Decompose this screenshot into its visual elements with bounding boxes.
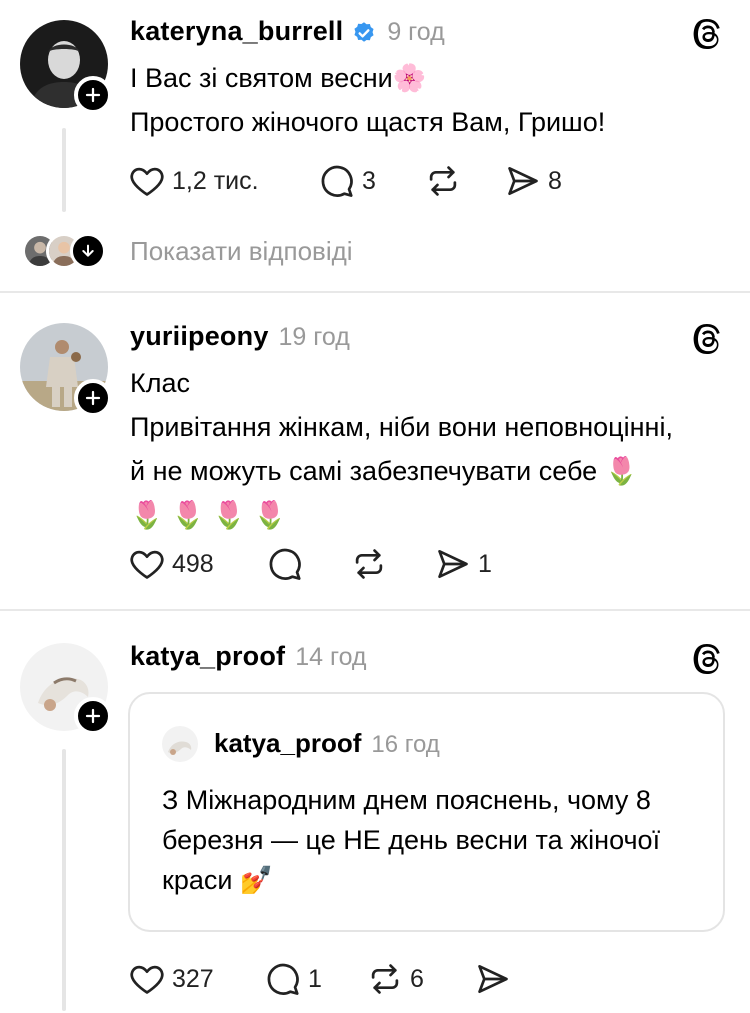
repost-count: 6 bbox=[410, 964, 424, 993]
repost-icon bbox=[424, 162, 462, 200]
quote-avatar bbox=[162, 726, 198, 762]
threads-logo-icon[interactable] bbox=[690, 16, 726, 52]
post-text-line: Простого жіночого щастя Вам, Гришо! bbox=[130, 107, 606, 137]
post-text-line: 🌷 🌷 🌷 🌷 bbox=[130, 500, 287, 530]
heart-icon bbox=[128, 960, 166, 998]
reply-button[interactable]: 1 bbox=[264, 960, 366, 998]
repost-icon bbox=[366, 960, 404, 998]
post-text-line: І Вас зі святом весни🌸 bbox=[130, 63, 427, 93]
show-replies-link[interactable]: Показати відповіді bbox=[130, 236, 353, 267]
threads-logo-icon[interactable] bbox=[690, 641, 726, 677]
post-2: yuriipeony 19 год Клас Привітання жінкам… bbox=[0, 293, 750, 609]
repost-button[interactable] bbox=[350, 545, 434, 583]
like-count: 1,2 тис. bbox=[172, 166, 259, 195]
reply-count: 1 bbox=[308, 964, 322, 993]
comment-icon bbox=[266, 545, 304, 583]
send-icon bbox=[434, 545, 472, 583]
post-text: Клас Привітання жінкам, ніби вони неповн… bbox=[130, 361, 673, 537]
reply-button[interactable] bbox=[266, 545, 350, 583]
thread-line bbox=[62, 128, 66, 212]
timestamp: 9 год bbox=[387, 18, 445, 46]
action-bar: 327 1 6 bbox=[128, 960, 512, 998]
heart-icon bbox=[128, 162, 166, 200]
threads-logo-icon[interactable] bbox=[690, 321, 726, 357]
thread-line bbox=[62, 749, 66, 1011]
post-header: katya_proof 14 год bbox=[130, 641, 367, 672]
post-text-line: й не можуть самі забезпечувати себе 🌷 bbox=[130, 456, 639, 486]
action-bar: 498 1 bbox=[128, 545, 492, 583]
username[interactable]: kateryna_burrell bbox=[130, 16, 343, 47]
quote-header: katya_proof 16 год bbox=[214, 728, 440, 759]
comment-icon bbox=[318, 162, 356, 200]
quote-text-line: З Міжнародним днем пояснень, чому 8 bbox=[162, 785, 651, 815]
follow-plus-icon[interactable] bbox=[74, 76, 112, 114]
action-bar: 1,2 тис. 3 8 bbox=[128, 162, 562, 200]
repost-icon bbox=[350, 545, 388, 583]
post-1: kateryna_burrell 9 год І Вас зі святом в… bbox=[0, 0, 750, 292]
share-count: 1 bbox=[478, 549, 492, 578]
quote-text-line: березня — це НЕ день весни та жіночої bbox=[162, 825, 661, 855]
post-header: yuriipeony 19 год bbox=[130, 321, 350, 352]
post-text: І Вас зі святом весни🌸 Простого жіночого… bbox=[130, 56, 605, 144]
send-icon bbox=[474, 960, 512, 998]
quote-text-line: краси 💅 bbox=[162, 865, 274, 895]
share-button[interactable]: 1 bbox=[434, 545, 492, 583]
post-text-line: Привітання жінкам, ніби вони неповноцінн… bbox=[130, 412, 673, 442]
quote-username[interactable]: katya_proof bbox=[214, 728, 361, 759]
comment-icon bbox=[264, 960, 302, 998]
username[interactable]: yuriipeony bbox=[130, 321, 269, 352]
quote-text: З Міжнародним днем пояснень, чому 8 бере… bbox=[162, 780, 660, 900]
verified-badge-icon bbox=[351, 19, 377, 45]
like-count: 498 bbox=[172, 549, 214, 578]
heart-icon bbox=[128, 545, 166, 583]
reply-button[interactable]: 3 bbox=[318, 162, 424, 200]
repost-button[interactable]: 6 bbox=[366, 960, 474, 998]
username[interactable]: katya_proof bbox=[130, 641, 285, 672]
share-button[interactable]: 8 bbox=[504, 162, 562, 200]
like-button[interactable]: 1,2 тис. bbox=[128, 162, 318, 200]
reply-avatars[interactable] bbox=[22, 233, 106, 269]
timestamp: 19 год bbox=[278, 323, 350, 351]
send-icon bbox=[504, 162, 542, 200]
follow-plus-icon[interactable] bbox=[74, 379, 112, 417]
reply-count: 3 bbox=[362, 166, 376, 195]
post-header: kateryna_burrell 9 год bbox=[130, 16, 445, 47]
quote-timestamp: 16 год bbox=[371, 731, 440, 758]
share-button[interactable] bbox=[474, 960, 512, 998]
timestamp: 14 год bbox=[295, 643, 367, 671]
repost-button[interactable] bbox=[424, 162, 504, 200]
post-text-line: Клас bbox=[130, 368, 190, 398]
quoted-post[interactable]: katya_proof 16 год З Міжнародним днем по… bbox=[128, 692, 725, 932]
share-count: 8 bbox=[548, 166, 562, 195]
like-button[interactable]: 327 bbox=[128, 960, 264, 998]
arrow-down-icon bbox=[70, 233, 106, 269]
follow-plus-icon[interactable] bbox=[74, 697, 112, 735]
like-count: 327 bbox=[172, 964, 214, 993]
like-button[interactable]: 498 bbox=[128, 545, 266, 583]
